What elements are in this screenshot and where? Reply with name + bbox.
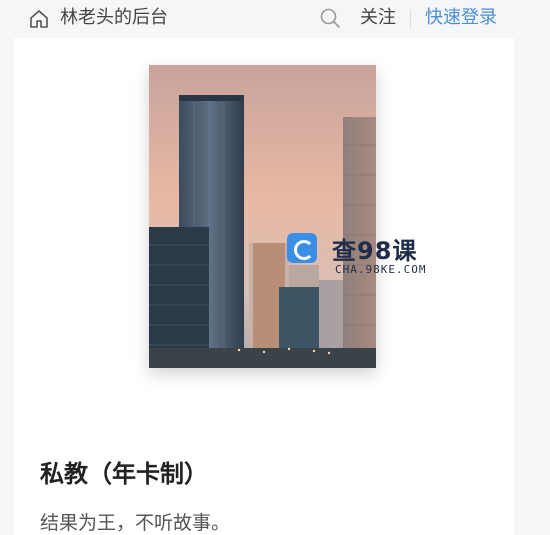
home-icon[interactable] bbox=[28, 8, 50, 30]
product-title: 私教（年卡制） bbox=[40, 460, 208, 488]
watermark-text: 查98课 bbox=[332, 237, 418, 265]
site-title[interactable]: 林老头的后台 bbox=[60, 7, 168, 29]
watermark-icon bbox=[287, 233, 317, 263]
search-icon[interactable] bbox=[319, 7, 341, 29]
watermark-subtext: CHA.98KE.COM bbox=[335, 263, 427, 276]
top-bar: 林老头的后台 关注 快速登录 bbox=[0, 0, 550, 38]
follow-button[interactable]: 关注 bbox=[360, 7, 396, 29]
product-cover-image[interactable] bbox=[149, 65, 376, 368]
product-description: 结果为王，不听故事。 bbox=[40, 512, 231, 534]
divider bbox=[410, 10, 411, 28]
watermark-logo: 查98课 CHA.98KE.COM bbox=[287, 233, 437, 283]
quick-login-link[interactable]: 快速登录 bbox=[425, 7, 497, 29]
product-card: 私教（年卡制） 结果为王，不听故事。 bbox=[14, 38, 514, 535]
